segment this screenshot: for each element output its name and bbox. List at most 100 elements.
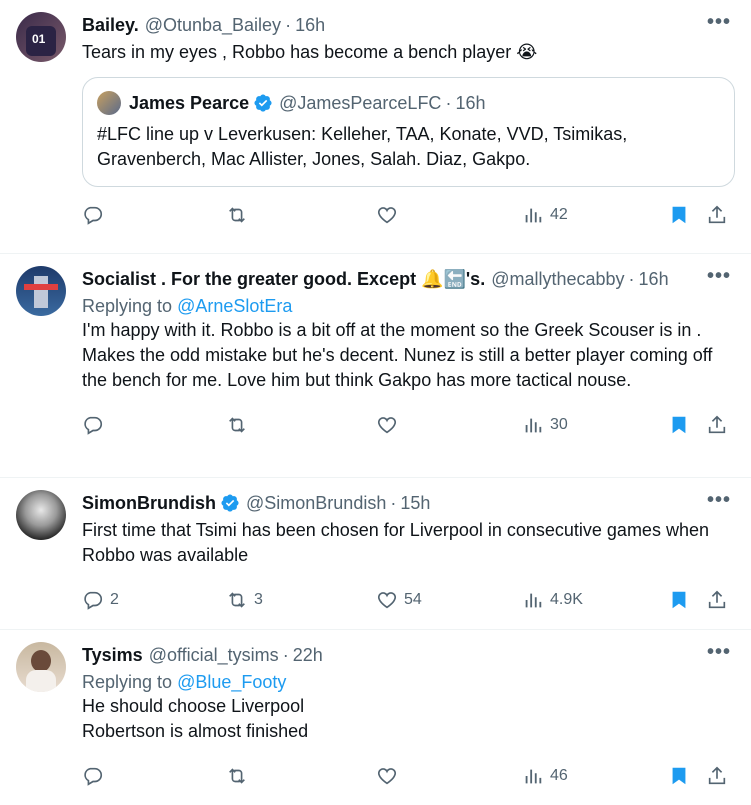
bookmark-button[interactable] — [668, 204, 690, 226]
views-icon — [525, 418, 542, 433]
tweet-header: Socialist . For the greater good. Except… — [82, 266, 735, 292]
retweet-icon — [229, 768, 245, 784]
reply-icon — [84, 767, 103, 786]
replying-prefix: Replying to — [82, 296, 178, 316]
share-button[interactable] — [706, 204, 728, 226]
avatar[interactable]: 01 — [16, 12, 66, 62]
views-count: 30 — [550, 416, 568, 433]
action-bar: 42 — [82, 191, 735, 239]
timestamp[interactable]: 16h — [639, 269, 669, 290]
display-name[interactable]: Tysims — [82, 645, 143, 666]
more-options-button[interactable]: ••• — [706, 489, 731, 511]
reply-feed: 01 Bailey. @Otunba_Bailey · 16h Tears in… — [0, 0, 751, 805]
reply-button[interactable] — [82, 414, 110, 436]
more-icon: ••• — [706, 641, 731, 663]
display-name[interactable]: SimonBrundish — [82, 493, 216, 514]
reply-mention-link[interactable]: @Blue_Footy — [177, 672, 286, 692]
reply-count: 2 — [110, 591, 119, 608]
views-button[interactable]: 4.9K — [522, 589, 583, 611]
handle[interactable]: @official_tysims — [149, 645, 279, 666]
separator-dot: · — [282, 644, 289, 665]
like-button[interactable] — [376, 204, 404, 226]
tweet-text-line: Robertson is almost finished — [82, 721, 309, 741]
views-count: 4.9K — [550, 591, 583, 608]
tweet[interactable]: Tysims @official_tysims · 22h Replying t… — [0, 630, 751, 805]
share-button[interactable] — [706, 414, 728, 436]
reply-button[interactable] — [82, 765, 110, 787]
avatar[interactable] — [16, 490, 66, 540]
replying-prefix: Replying to — [82, 672, 178, 692]
like-icon — [377, 592, 397, 609]
reply-icon — [84, 416, 103, 435]
tweet-text: I'm happy with it. Robbo is a bit off at… — [82, 320, 713, 390]
reply-mention-link[interactable]: @ArneSlotEra — [177, 296, 292, 316]
retweet-button[interactable] — [226, 204, 254, 226]
share-icon — [708, 205, 726, 224]
retweet-button[interactable] — [226, 765, 254, 787]
retweet-icon — [229, 592, 245, 608]
display-name[interactable]: Bailey. — [82, 15, 139, 36]
timestamp[interactable]: 16h — [295, 15, 325, 36]
display-name[interactable]: Socialist . For the greater good. Except… — [82, 269, 485, 290]
separator-dot: · — [445, 92, 452, 113]
views-count: 46 — [550, 767, 568, 784]
more-icon: ••• — [706, 11, 731, 33]
share-icon — [708, 590, 726, 609]
verified-icon — [254, 94, 272, 112]
tweet-header: SimonBrundish @SimonBrundish · 15h — [82, 490, 735, 516]
quote-display-name: James Pearce — [129, 92, 250, 113]
like-button[interactable] — [376, 765, 404, 787]
handle[interactable]: @mallythecabby — [491, 269, 624, 290]
action-bar: 2 3 54 4.9K — [82, 576, 735, 624]
views-icon — [525, 769, 542, 784]
views-icon — [525, 208, 542, 223]
tweet-header: Tysims @official_tysims · 22h — [82, 642, 735, 668]
avatar[interactable] — [16, 266, 66, 316]
retweet-icon — [229, 207, 245, 223]
retweet-button[interactable]: 3 — [226, 589, 263, 611]
more-options-button[interactable]: ••• — [706, 265, 731, 287]
more-options-button[interactable]: ••• — [706, 641, 731, 663]
separator-dot: · — [285, 14, 292, 35]
action-bar: 30 — [82, 401, 735, 449]
more-options-button[interactable]: ••• — [706, 11, 731, 33]
retweet-icon — [229, 417, 245, 433]
like-button[interactable]: 54 — [376, 589, 422, 611]
quote-handle: @JamesPearceLFC — [279, 92, 442, 113]
tweet[interactable]: SimonBrundish @SimonBrundish · 15h First… — [0, 478, 751, 630]
bookmark-button[interactable] — [668, 414, 690, 436]
quoted-tweet[interactable]: James Pearce @JamesPearceLFC · 16h #LFC … — [82, 77, 735, 187]
retweet-button[interactable] — [226, 414, 254, 436]
bookmark-icon — [672, 591, 686, 609]
more-icon: ••• — [706, 489, 731, 511]
views-button[interactable]: 42 — [522, 204, 568, 226]
avatar[interactable] — [16, 642, 66, 692]
like-icon — [377, 417, 397, 434]
verified-icon — [221, 494, 239, 512]
timestamp[interactable]: 22h — [293, 645, 323, 666]
handle[interactable]: @SimonBrundish — [246, 493, 386, 514]
action-bar: 46 — [82, 752, 735, 800]
bookmark-button[interactable] — [668, 765, 690, 787]
quote-avatar — [97, 91, 121, 115]
views-icon — [525, 593, 542, 608]
quote-text: #LFC line up v Leverkusen: Kelleher, TAA… — [97, 124, 628, 169]
reply-icon — [84, 591, 103, 610]
tweet[interactable]: Socialist . For the greater good. Except… — [0, 254, 751, 478]
reply-button[interactable] — [82, 204, 110, 226]
separator-dot: · — [628, 268, 635, 289]
tweet[interactable]: 01 Bailey. @Otunba_Bailey · 16h Tears in… — [0, 0, 751, 254]
views-button[interactable]: 30 — [522, 414, 568, 436]
reply-button[interactable]: 2 — [82, 589, 119, 611]
share-button[interactable] — [706, 765, 728, 787]
more-icon: ••• — [706, 265, 731, 287]
like-button[interactable] — [376, 414, 404, 436]
bookmark-button[interactable] — [668, 589, 690, 611]
handle[interactable]: @Otunba_Bailey — [145, 15, 281, 36]
timestamp[interactable]: 15h — [400, 493, 430, 514]
share-icon — [708, 766, 726, 785]
share-button[interactable] — [706, 589, 728, 611]
views-button[interactable]: 46 — [522, 765, 568, 787]
tweet-text: First time that Tsimi has been chosen fo… — [82, 520, 709, 565]
replying-to: Replying to @ArneSlotEra — [82, 294, 735, 318]
